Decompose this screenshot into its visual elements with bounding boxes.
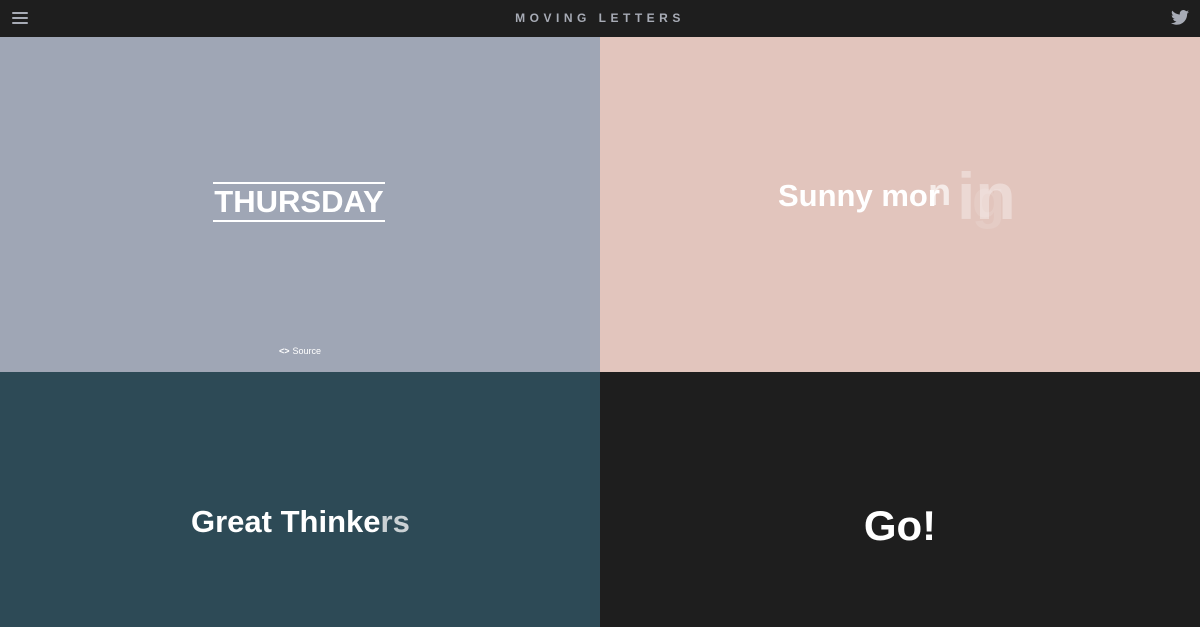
code-icon: <> [278,346,290,356]
top-bar: MOVING LETTERS [0,0,1200,37]
source-label: Source [292,346,322,356]
great-thinkers-text: Great Thinkers [191,504,410,540]
sunny-morning-panel[interactable]: Sunny mor n in g [600,37,1200,372]
animated-letter: n [928,172,952,214]
sunny-morning-text: Sunny mor [778,178,940,213]
great-thinkers-panel[interactable]: Great Thinkers [0,372,600,627]
go-text: Go! [863,502,937,549]
twitter-icon[interactable] [1171,10,1189,25]
thursday-panel[interactable]: THURSDAY <> Source [0,37,600,372]
site-title: MOVING LETTERS [515,11,685,25]
animated-letter: g [972,170,1005,230]
great-thinkers-main: Great Thinke [191,504,381,539]
go-panel[interactable]: Go! [600,372,1200,627]
source-link[interactable]: <> Source [0,346,600,356]
great-thinkers-faded: rs [380,504,410,539]
thursday-text: THURSDAY [213,182,385,222]
